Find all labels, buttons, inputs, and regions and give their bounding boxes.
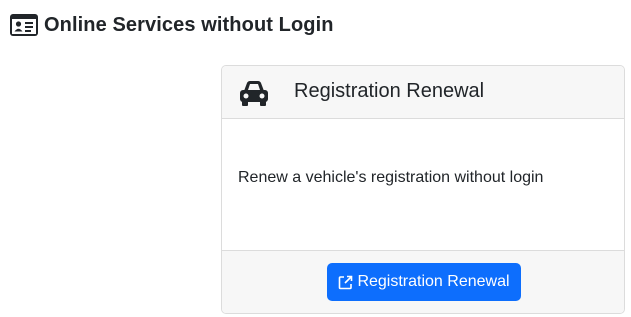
id-card-icon	[10, 14, 38, 36]
page-header: Online Services without Login	[10, 12, 334, 38]
registration-renewal-button[interactable]: Registration Renewal	[327, 263, 521, 301]
card-header: Registration Renewal	[222, 66, 624, 119]
registration-renewal-card: Registration Renewal Renew a vehicle's r…	[221, 65, 625, 314]
card-footer: Registration Renewal	[222, 250, 624, 313]
car-icon	[237, 76, 271, 110]
card-body: Renew a vehicle's registration without l…	[222, 119, 624, 251]
page-title: Online Services without Login	[44, 13, 334, 36]
external-link-icon	[338, 275, 353, 290]
registration-renewal-button-label: Registration Renewal	[357, 273, 510, 290]
card-title: Registration Renewal	[294, 80, 485, 102]
card-description: Renew a vehicle's registration without l…	[238, 169, 544, 186]
